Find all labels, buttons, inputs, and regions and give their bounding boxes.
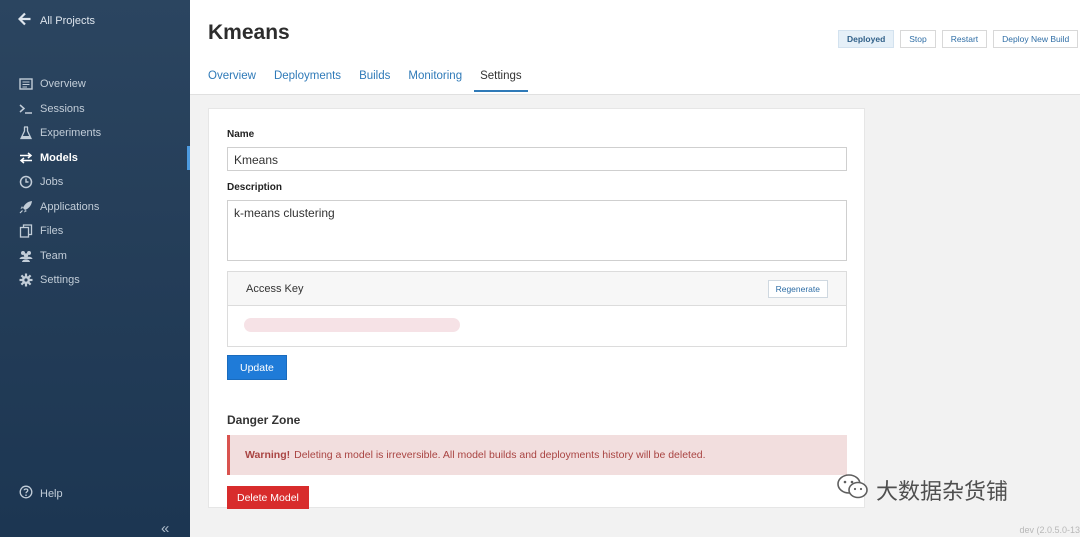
- name-input[interactable]: Kmeans: [227, 147, 847, 171]
- help-label: Help: [40, 487, 63, 500]
- all-projects-label: All Projects: [40, 14, 96, 27]
- access-key-label: Access Key: [246, 282, 304, 295]
- flask-icon: [19, 126, 33, 140]
- rocket-icon: [19, 200, 33, 214]
- sidebar-nav: Overview Sessions Experiments Models Job…: [0, 72, 190, 293]
- sidebar-item-overview[interactable]: Overview: [0, 72, 190, 97]
- access-key-panel: Access Key Regenerate: [227, 271, 847, 347]
- wechat-icon: [836, 472, 870, 508]
- page-header: Kmeans Deployed Stop Restart Deploy New …: [190, 0, 1080, 95]
- access-key-value-redacted: [244, 318, 460, 332]
- sidebar-item-settings[interactable]: Settings: [0, 268, 190, 293]
- sidebar-item-files[interactable]: Files: [0, 219, 190, 244]
- overview-icon: [19, 77, 33, 91]
- sidebar-item-experiments[interactable]: Experiments: [0, 121, 190, 146]
- sidebar-item-label: Sessions: [40, 102, 85, 115]
- arrow-left-icon: [17, 12, 32, 29]
- tab-builds[interactable]: Builds: [359, 70, 390, 92]
- stop-button[interactable]: Stop: [900, 30, 936, 48]
- team-icon: [19, 249, 33, 263]
- help-link[interactable]: Help: [19, 485, 63, 502]
- clock-icon: [19, 175, 33, 189]
- sidebar-item-label: Experiments: [40, 127, 102, 140]
- tab-overview[interactable]: Overview: [208, 70, 256, 92]
- name-label: Name: [227, 129, 255, 140]
- delete-warning-alert: Warning! Deleting a model is irreversibl…: [227, 435, 847, 475]
- sidebar-item-team[interactable]: Team: [0, 244, 190, 269]
- watermark: 大数据杂货铺: [836, 472, 1008, 508]
- sidebar-item-label: Models: [40, 151, 78, 164]
- main-content: Kmeans Deployed Stop Restart Deploy New …: [190, 0, 1080, 537]
- arrows-icon: [19, 151, 33, 165]
- header-actions: Deployed Stop Restart Deploy New Build: [838, 30, 1079, 48]
- all-projects-link[interactable]: All Projects: [17, 12, 96, 29]
- settings-card: Name Kmeans Description k-means clusteri…: [208, 108, 865, 509]
- sidebar-item-label: Applications: [40, 200, 100, 213]
- sidebar-item-sessions[interactable]: Sessions: [0, 97, 190, 122]
- watermark-text: 大数据杂货铺: [876, 479, 1009, 504]
- warning-text: Deleting a model is irreversible. All mo…: [294, 449, 706, 461]
- warning-label: Warning!: [245, 449, 291, 461]
- tab-deployments[interactable]: Deployments: [274, 70, 341, 92]
- sidebar: All Projects Overview Sessions Experimen…: [0, 0, 190, 537]
- tab-bar: Overview Deployments Builds Monitoring S…: [208, 70, 528, 92]
- terminal-icon: [19, 102, 33, 116]
- regenerate-button[interactable]: Regenerate: [767, 279, 828, 298]
- update-button[interactable]: Update: [227, 355, 287, 380]
- files-icon: [19, 224, 33, 238]
- description-label: Description: [227, 182, 283, 193]
- sidebar-item-label: Settings: [40, 274, 80, 287]
- restart-button[interactable]: Restart: [941, 30, 988, 48]
- sidebar-item-label: Team: [40, 249, 67, 262]
- collapse-sidebar-icon[interactable]: «: [161, 521, 169, 536]
- sidebar-item-applications[interactable]: Applications: [0, 195, 190, 220]
- danger-zone-heading: Danger Zone: [227, 413, 301, 427]
- tab-settings[interactable]: Settings: [474, 70, 528, 92]
- access-key-header: Access Key Regenerate: [228, 272, 846, 306]
- question-circle-icon: [19, 485, 33, 502]
- sidebar-item-label: Jobs: [40, 176, 64, 189]
- sidebar-item-label: Files: [40, 225, 64, 238]
- tab-monitoring[interactable]: Monitoring: [408, 70, 462, 92]
- gear-icon: [19, 273, 33, 287]
- version-text: dev (2.0.5.0-13: [1019, 525, 1080, 535]
- page-title: Kmeans: [208, 21, 290, 44]
- deploy-new-build-button[interactable]: Deploy New Build: [993, 30, 1079, 48]
- description-textarea[interactable]: k-means clustering: [227, 200, 847, 261]
- sidebar-item-models[interactable]: Models: [0, 145, 190, 171]
- sidebar-item-label: Overview: [40, 78, 86, 91]
- delete-model-button[interactable]: Delete Model: [227, 486, 309, 509]
- status-badge: Deployed: [838, 30, 895, 48]
- sidebar-item-jobs[interactable]: Jobs: [0, 170, 190, 195]
